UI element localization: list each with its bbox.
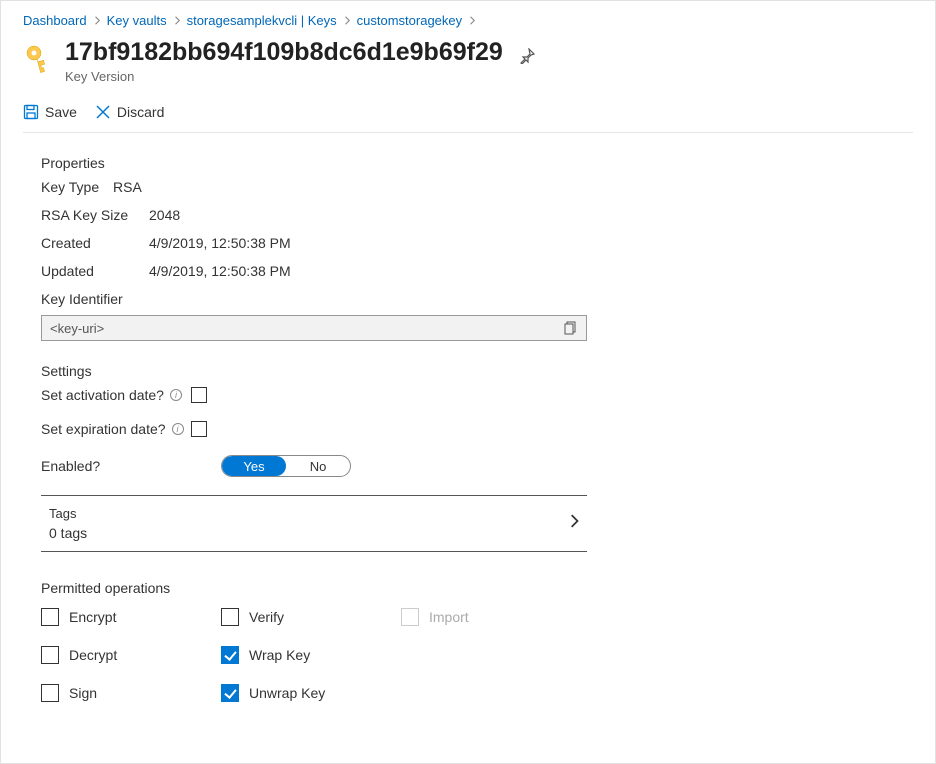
updated-label: Updated: [41, 263, 149, 279]
breadcrumb-item[interactable]: Dashboard: [23, 13, 87, 28]
enabled-yes[interactable]: Yes: [222, 456, 286, 476]
wrap-label: Wrap Key: [249, 647, 310, 663]
decrypt-label: Decrypt: [69, 647, 117, 663]
updated-value: 4/9/2019, 12:50:38 PM: [149, 263, 291, 279]
expiration-checkbox[interactable]: [191, 421, 207, 437]
page-subtitle: Key Version: [65, 69, 897, 84]
breadcrumb: Dashboard Key vaults storagesamplekvcli …: [23, 13, 913, 28]
chevron-right-icon: [173, 16, 181, 25]
save-icon: [23, 104, 39, 120]
breadcrumb-item[interactable]: storagesamplekvcli | Keys: [187, 13, 337, 28]
properties-heading: Properties: [41, 155, 565, 171]
identifier-input[interactable]: [50, 321, 564, 336]
encrypt-label: Encrypt: [69, 609, 116, 625]
rsa-size-value: 2048: [149, 207, 180, 223]
created-label: Created: [41, 235, 149, 251]
key-icon: [23, 44, 55, 76]
settings-heading: Settings: [41, 363, 565, 379]
breadcrumb-item[interactable]: Key vaults: [107, 13, 167, 28]
discard-icon: [95, 104, 111, 120]
key-type-label: Key Type: [41, 179, 113, 195]
encrypt-checkbox[interactable]: [41, 608, 59, 626]
save-button[interactable]: Save: [23, 104, 77, 120]
chevron-right-icon: [93, 16, 101, 25]
unwrap-checkbox[interactable]: [221, 684, 239, 702]
sign-checkbox[interactable]: [41, 684, 59, 702]
toolbar: Save Discard: [23, 104, 913, 133]
page-title: 17bf9182bb694f109b8dc6d1e9b69f29: [65, 38, 503, 67]
created-value: 4/9/2019, 12:50:38 PM: [149, 235, 291, 251]
decrypt-checkbox[interactable]: [41, 646, 59, 664]
import-label: Import: [429, 609, 469, 625]
identifier-label: Key Identifier: [41, 291, 565, 307]
rsa-size-label: RSA Key Size: [41, 207, 149, 223]
info-icon[interactable]: i: [170, 389, 182, 401]
verify-label: Verify: [249, 609, 284, 625]
verify-checkbox[interactable]: [221, 608, 239, 626]
identifier-field-wrap: [41, 315, 587, 341]
activation-label: Set activation date?: [41, 387, 164, 403]
enabled-no[interactable]: No: [286, 456, 350, 476]
activation-checkbox[interactable]: [191, 387, 207, 403]
import-checkbox: [401, 608, 419, 626]
tags-count: 0 tags: [49, 525, 87, 541]
tags-expander[interactable]: Tags 0 tags: [41, 495, 587, 552]
info-icon[interactable]: i: [172, 423, 184, 435]
chevron-right-icon: [343, 16, 351, 25]
copy-icon[interactable]: [564, 321, 578, 335]
enabled-label: Enabled?: [41, 458, 100, 474]
unwrap-label: Unwrap Key: [249, 685, 325, 701]
pin-icon[interactable]: [519, 48, 535, 64]
tags-label: Tags: [49, 506, 87, 521]
save-label: Save: [45, 104, 77, 120]
breadcrumb-item[interactable]: customstoragekey: [357, 13, 463, 28]
close-icon[interactable]: [897, 38, 913, 54]
wrap-checkbox[interactable]: [221, 646, 239, 664]
discard-button[interactable]: Discard: [95, 104, 164, 120]
chevron-right-icon: [468, 16, 476, 25]
discard-label: Discard: [117, 104, 164, 120]
enabled-toggle[interactable]: Yes No: [221, 455, 351, 477]
key-type-value: RSA: [113, 179, 142, 195]
chevron-right-icon: [569, 514, 579, 528]
expiration-label: Set expiration date?: [41, 421, 166, 437]
sign-label: Sign: [69, 685, 97, 701]
permitted-heading: Permitted operations: [41, 580, 565, 596]
